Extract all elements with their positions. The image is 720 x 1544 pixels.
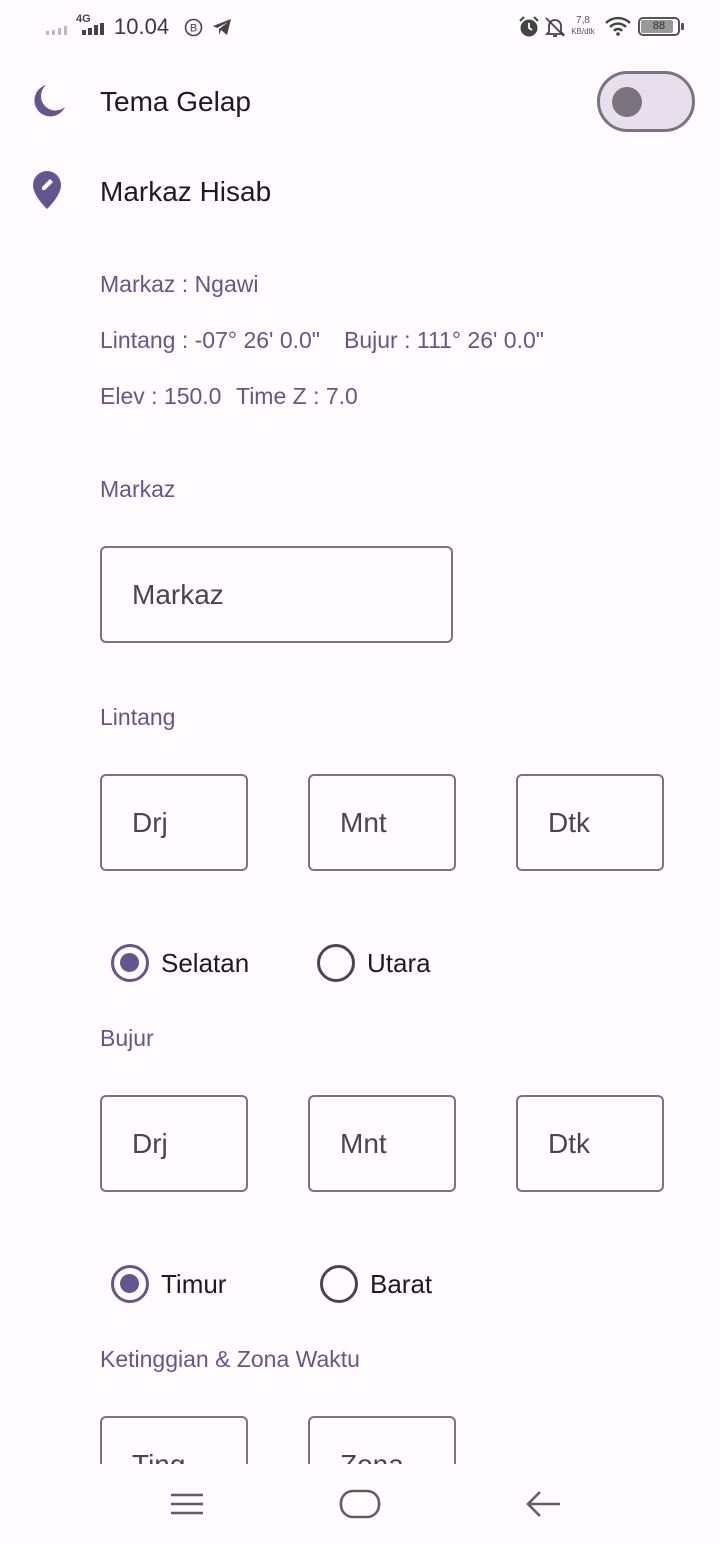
bujur-section-label: Bujur: [100, 1025, 154, 1051]
signal-weak-icon: [46, 26, 67, 35]
radio-selatan[interactable]: [111, 944, 149, 982]
radio-selatan-label[interactable]: Selatan: [161, 948, 249, 979]
dark-theme-label: Tema Gelap: [100, 86, 251, 117]
telegram-icon: [213, 19, 231, 35]
info-bujur: Bujur : 111° 26' 0.0": [344, 327, 544, 353]
elev-section-label: Ketinggian & Zona Waktu: [100, 1346, 360, 1372]
home-icon[interactable]: [339, 1489, 381, 1519]
bujur-dtk-input[interactable]: Dtk: [516, 1095, 664, 1192]
lintang-drj-input[interactable]: Drj: [100, 774, 248, 871]
location-edit-icon: [33, 171, 61, 209]
lintang-dtk-input[interactable]: Dtk: [516, 774, 664, 871]
lintang-section-label: Lintang: [100, 704, 176, 730]
radio-utara-label[interactable]: Utara: [367, 948, 431, 979]
radio-utara[interactable]: [317, 944, 355, 982]
markaz-section-label: Markaz: [100, 476, 176, 502]
notifications-off-icon: [544, 17, 566, 37]
bujur-drj-input[interactable]: Drj: [100, 1095, 248, 1192]
signal-strong-icon: [82, 23, 104, 35]
radio-timur[interactable]: [111, 1265, 149, 1303]
moon-icon: [34, 85, 65, 117]
switch-thumb: [612, 87, 642, 117]
info-markaz: Markaz : Ngawi: [100, 271, 259, 297]
radio-barat-label[interactable]: Barat: [370, 1269, 432, 1300]
wifi-icon: [605, 16, 631, 36]
battery-icon: 88: [638, 17, 680, 36]
radio-timur-label[interactable]: Timur: [161, 1269, 226, 1300]
bujur-mnt-input[interactable]: Mnt: [308, 1095, 456, 1192]
info-elev: Elev : 150.0: [100, 383, 222, 409]
svg-text:B: B: [190, 23, 197, 35]
info-timez: Time Z : 7.0: [236, 383, 358, 409]
info-lintang: Lintang : -07° 26' 0.0": [100, 327, 320, 353]
status-time: 10.04: [114, 14, 170, 39]
markaz-input[interactable]: Markaz: [100, 546, 453, 643]
battery-level: 88: [652, 20, 666, 32]
ketinggian-input[interactable]: Ting...: [100, 1416, 248, 1464]
zona-input[interactable]: Zona...: [308, 1416, 456, 1464]
alarm-icon: [519, 16, 539, 37]
status-bar: 4G 10.04 B 7,8 KB/dtk 88: [0, 0, 720, 54]
markaz-hisab-row[interactable]: Markaz Hisab: [0, 150, 720, 230]
markaz-hisab-label: Markaz Hisab: [100, 176, 272, 207]
radio-barat[interactable]: [320, 1265, 358, 1303]
b-badge-icon: B: [184, 18, 203, 37]
dark-theme-switch[interactable]: [597, 71, 695, 132]
navigation-bar: [0, 1464, 720, 1544]
back-arrow-icon[interactable]: [524, 1489, 562, 1519]
menu-icon[interactable]: [169, 1491, 205, 1517]
data-speed: 7,8 KB/dtk: [571, 15, 595, 36]
lintang-mnt-input[interactable]: Mnt: [308, 774, 456, 871]
scroll-clip: Ting... Zona...: [0, 1400, 720, 1464]
